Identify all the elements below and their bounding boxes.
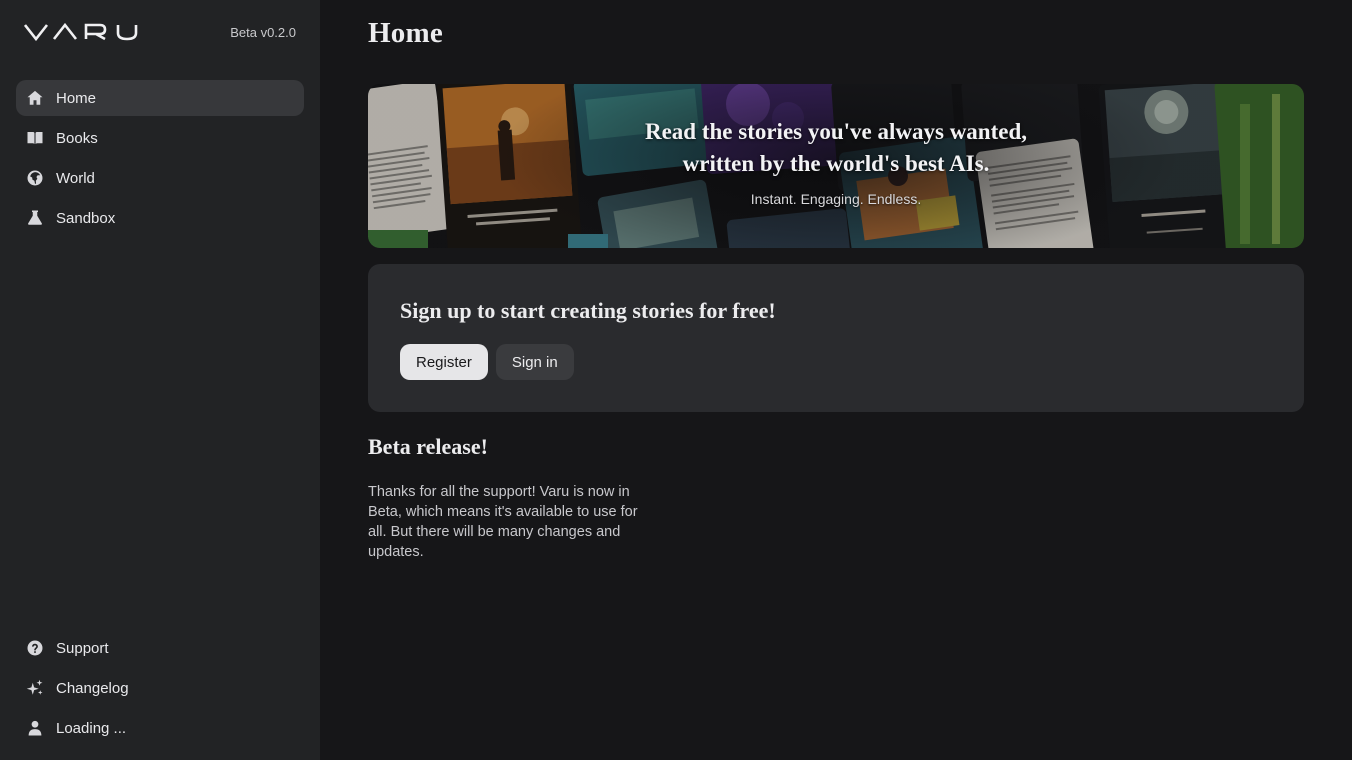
sidebar-item-label: Sandbox	[56, 209, 116, 227]
sidebar-item-support[interactable]: Support	[16, 630, 304, 666]
sidebar-item-label: World	[56, 169, 95, 187]
home-icon	[26, 89, 44, 107]
sign-in-button[interactable]: Sign in	[495, 344, 574, 380]
globe-icon	[26, 169, 44, 187]
app-root: Beta v0.2.0 Home Books World Sandbox Sup…	[0, 0, 1352, 760]
sidebar-item-books[interactable]: Books	[16, 120, 304, 156]
signup-title: Sign up to start creating stories for fr…	[400, 298, 776, 323]
help-icon	[26, 639, 44, 657]
sidebar-item-label: Home	[56, 89, 97, 107]
signup-card: Sign up to start creating stories for fr…	[368, 264, 1304, 412]
sidebar-item-label: Books	[56, 129, 98, 147]
main-content: Home Read the stories you've always want…	[320, 0, 1352, 760]
varu-logo[interactable]	[24, 22, 148, 42]
sidebar-item-changelog[interactable]: Changelog	[16, 670, 304, 706]
sparkles-icon	[26, 679, 44, 697]
sidebar-item-label: Loading ...	[56, 719, 127, 737]
sidebar-footer: Support Changelog Loading ...	[16, 630, 304, 746]
sidebar-item-home[interactable]: Home	[16, 80, 304, 116]
version-label: Beta v0.2.0	[230, 24, 296, 40]
brand-row: Beta v0.2.0	[16, 0, 304, 64]
sidebar-item-world[interactable]: World	[16, 160, 304, 196]
main-nav: Home Books World Sandbox	[16, 80, 304, 236]
announcement-title: Beta release!	[368, 434, 488, 459]
sidebar-item-account[interactable]: Loading ...	[16, 710, 304, 746]
sidebar-item-label: Changelog	[56, 679, 129, 697]
sidebar: Beta v0.2.0 Home Books World Sandbox Sup…	[0, 0, 320, 760]
book-icon	[26, 129, 44, 147]
sidebar-item-sandbox[interactable]: Sandbox	[16, 200, 304, 236]
flask-icon	[26, 209, 44, 227]
announcement-body: Thanks for all the support! Varu is now …	[368, 484, 638, 560]
hero-tagline: Instant. Engaging. Endless.	[750, 191, 922, 207]
register-button[interactable]: Register	[400, 344, 488, 380]
hero-text: Read the stories you've always wanted, w…	[368, 84, 1304, 248]
hero-headline: Read the stories you've always wanted, w…	[644, 119, 1028, 176]
user-icon	[26, 719, 44, 737]
hero-banner: Read the stories you've always wanted, w…	[368, 84, 1304, 248]
page-title: Home	[368, 17, 443, 49]
auth-buttons: Register Sign in	[400, 344, 1272, 380]
sidebar-item-label: Support	[56, 639, 109, 657]
